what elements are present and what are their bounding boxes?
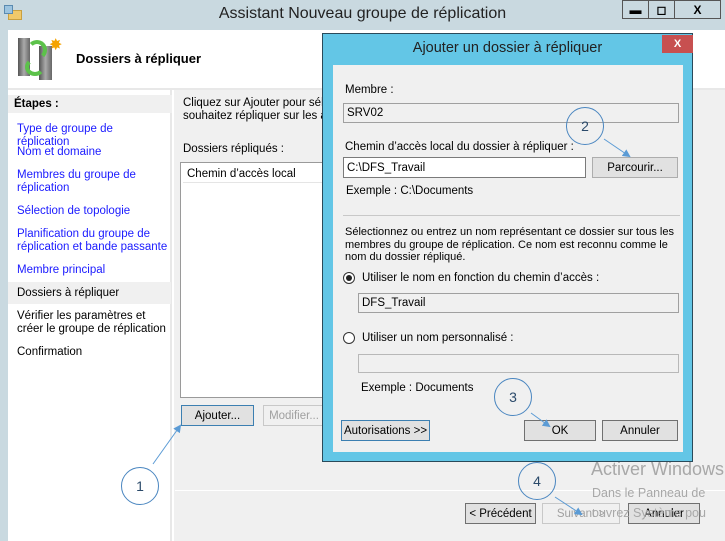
arrow-2 — [603, 138, 631, 158]
annotation-arrows — [152, 138, 631, 516]
arrow-4 — [554, 496, 583, 516]
arrow-1 — [152, 424, 182, 465]
annotation-2: 2 — [566, 107, 604, 145]
arrow-3 — [530, 412, 551, 428]
annotation-3: 3 — [494, 378, 532, 416]
annotation-4: 4 — [518, 462, 556, 500]
annotation-1: 1 — [121, 467, 159, 505]
